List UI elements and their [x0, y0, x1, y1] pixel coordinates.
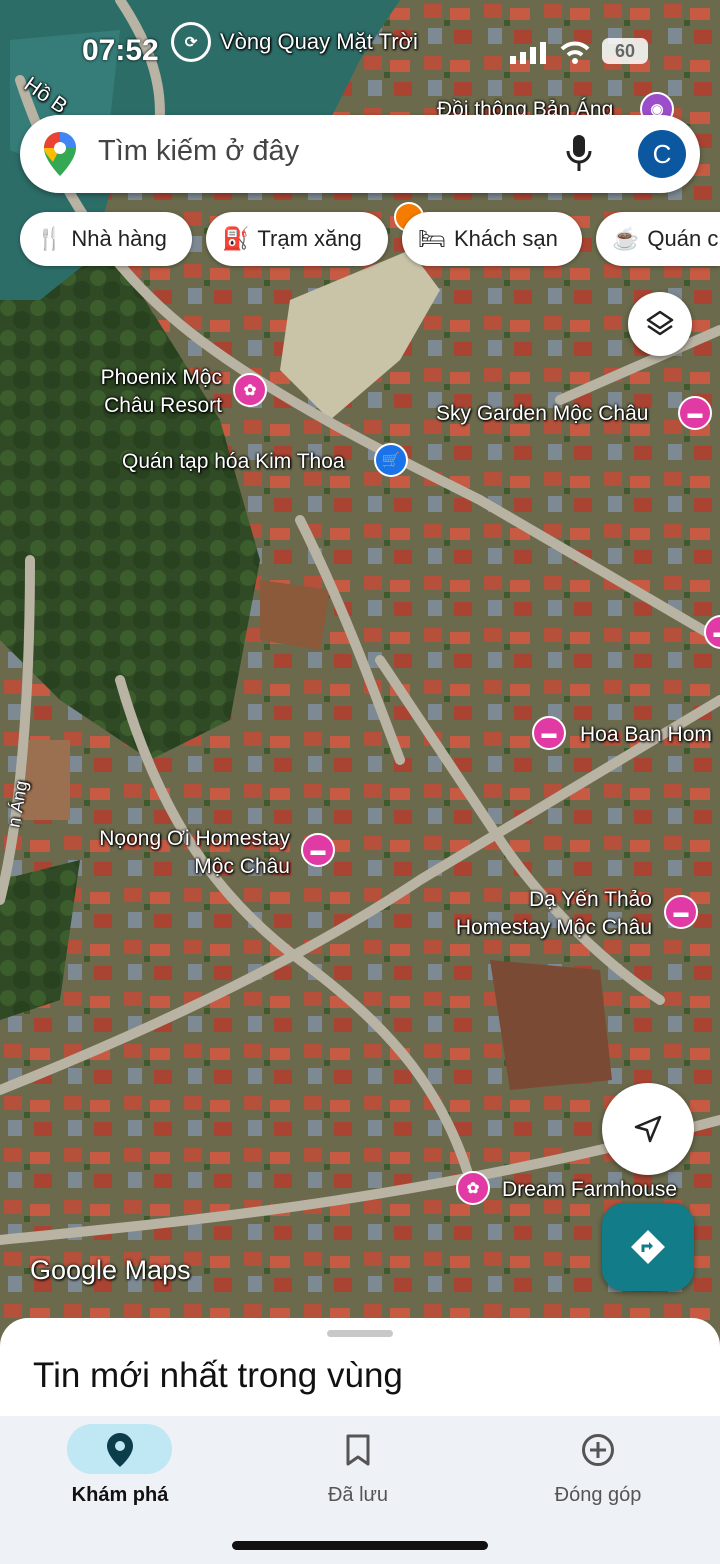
layers-button[interactable] [628, 292, 692, 356]
nav-saved[interactable]: Đã lưu [238, 1416, 478, 1526]
chip-hotels[interactable]: 🛏 Khách sạn [402, 212, 582, 266]
poi-pin-vong-quay[interactable]: ⟳ [171, 22, 211, 62]
chip-label: Quán c [647, 226, 719, 251]
battery-icon: 60 [602, 38, 648, 64]
poi-label-da-yen-line2[interactable]: Homestay Mộc Châu [420, 914, 652, 942]
amusement-icon: ✿ [243, 382, 257, 399]
chip-label: Khách sạn [453, 226, 558, 251]
wifi-icon [560, 41, 590, 64]
nav-explore[interactable]: Khám phá [0, 1416, 240, 1526]
poi-pin-dream-farmhouse[interactable]: ✿ [456, 1171, 490, 1205]
signal-icon [510, 42, 546, 64]
account-avatar[interactable]: C [638, 130, 686, 178]
chip-coffee[interactable]: ☕ Quán c [596, 212, 720, 266]
poi-label-nong-oi-line2[interactable]: Mộc Châu [70, 853, 290, 881]
poi-label-phoenix-line1[interactable]: Phoenix Mộc [88, 364, 222, 392]
nav-contribute[interactable]: Đóng góp [478, 1416, 718, 1526]
home-indicator[interactable] [232, 1541, 488, 1550]
poi-label-phoenix-line2[interactable]: Châu Resort [88, 392, 222, 420]
hotel-icon: ▬ [673, 903, 689, 921]
poi-label-dream-farmhouse[interactable]: Dream Farmhouse [502, 1176, 677, 1204]
fuel-icon: ⛽ [222, 226, 250, 251]
chip-restaurants[interactable]: 🍴 Nhà hàng [20, 212, 192, 266]
microphone-icon[interactable] [566, 135, 592, 173]
poi-pin-hoa-ban[interactable]: ▬ [532, 716, 566, 750]
coffee-icon: ☕ [612, 226, 640, 251]
poi-pin-da-yen[interactable]: ▬ [664, 895, 698, 929]
directions-icon [631, 1230, 665, 1264]
hotel-icon: ▬ [310, 841, 326, 859]
amusement-icon: ✿ [466, 1180, 480, 1197]
poi-label-vong-quay[interactable]: Vòng Quay Mặt Trời [220, 28, 418, 56]
nav-label: Khám phá [71, 1484, 169, 1506]
poi-label-kim-thoa[interactable]: Quán tạp hóa Kim Thoa [122, 448, 345, 476]
chip-gas-stations[interactable]: ⛽ Trạm xăng [206, 212, 388, 266]
fork-knife-icon: 🍴 [36, 226, 64, 251]
bookmark-icon [346, 1434, 370, 1466]
poi-label-nong-oi-line1[interactable]: Nọong Ơi Homestay [70, 825, 290, 853]
sheet-title: Tin mới nhất trong vùng [33, 1356, 403, 1395]
avatar-letter: C [652, 138, 672, 169]
nav-label: Đã lưu [327, 1484, 389, 1506]
shopping-cart-icon: 🛒 [381, 452, 401, 469]
bed-icon: 🛏 [418, 226, 446, 251]
add-circle-icon [582, 1434, 614, 1466]
hotel-icon: ▬ [687, 404, 703, 422]
hotel-icon: ▬ [541, 724, 557, 742]
my-location-button[interactable] [602, 1083, 694, 1175]
poi-label-sky-garden[interactable]: Sky Garden Mộc Châu [436, 400, 648, 428]
sheet-drag-handle[interactable] [327, 1330, 393, 1337]
directions-button[interactable] [602, 1203, 694, 1291]
chip-label: Nhà hàng [71, 226, 167, 251]
explore-pin-icon [107, 1433, 133, 1467]
navigation-arrow-icon [634, 1115, 662, 1143]
google-maps-pin-icon [44, 132, 76, 176]
poi-label-hoa-ban[interactable]: Hoa Ban Hom [580, 721, 712, 749]
nav-label: Đóng góp [554, 1484, 642, 1506]
search-input[interactable]: Tìm kiếm ở đây [98, 135, 299, 168]
layers-icon [646, 310, 674, 336]
poi-pin-sky-garden[interactable]: ▬ [678, 396, 712, 430]
poi-pin-phoenix[interactable]: ✿ [233, 373, 267, 407]
google-maps-logo: Google Maps [30, 1255, 191, 1285]
battery-level: 60 [614, 40, 636, 61]
poi-pin-kim-thoa[interactable]: 🛒 [374, 443, 408, 477]
status-time: 07:52 [82, 34, 159, 67]
hotel-icon: ▬ [714, 624, 720, 641]
search-bar[interactable]: Tìm kiếm ở đây C [20, 115, 700, 193]
poi-pin-nong-oi[interactable]: ▬ [301, 833, 335, 867]
poi-label-da-yen-line1[interactable]: Dạ Yến Thảo [420, 886, 652, 914]
chip-label: Trạm xăng [257, 226, 362, 251]
ferris-wheel-icon: ⟳ [184, 34, 198, 51]
